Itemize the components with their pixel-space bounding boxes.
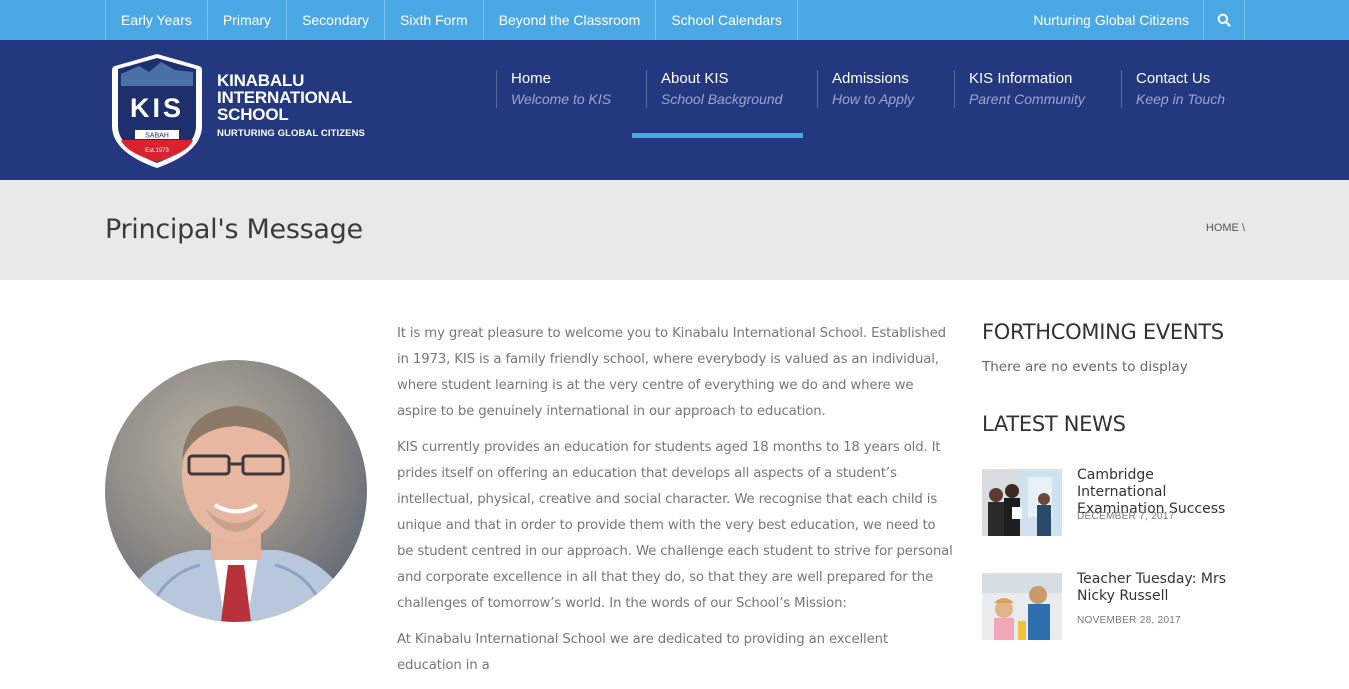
mainnav-title: Contact Us <box>1136 70 1211 87</box>
mainnav-contact-us[interactable]: Contact Us Keep in Touch <box>1121 70 1245 108</box>
mainnav-kis-information[interactable]: KIS Information Parent Community <box>954 70 1121 108</box>
topnav-sixth-form[interactable]: Sixth Form <box>385 0 484 40</box>
article-paragraph: KIS currently provides an education for … <box>397 440 953 611</box>
news-date: DECEMBER 7, 2017 <box>1077 511 1175 522</box>
mainnav-title: Admissions <box>832 70 909 87</box>
news-thumbnail[interactable] <box>982 573 1062 640</box>
site-header: SABAH KIS Est.1973 KINABALU INTERNATIONA… <box>0 40 1349 180</box>
logo-wordmark: KINABALU INTERNATIONAL SCHOOL NURTURING … <box>217 72 365 140</box>
mainnav-about-kis[interactable]: About KIS School Background <box>632 70 817 138</box>
principal-portrait <box>105 360 367 622</box>
crest-icon: SABAH KIS Est.1973 <box>112 54 202 168</box>
topnav-early-years[interactable]: Early Years <box>106 0 208 40</box>
mainnav-home[interactable]: Home Welcome to KIS <box>496 70 646 108</box>
page-title: Principal's Message <box>105 214 363 245</box>
news-title[interactable]: Teacher Tuesday: Mrs Nicky Russell <box>1077 571 1247 605</box>
topnav-school-calendars[interactable]: School Calendars <box>656 0 798 40</box>
mainnav-subtitle: Welcome to KIS <box>511 91 612 107</box>
portrait-image-icon <box>105 360 367 622</box>
svg-text:KIS: KIS <box>130 93 184 123</box>
svg-text:Est.1973: Est.1973 <box>145 148 169 154</box>
top-slogan: Nurturing Global Citizens <box>1033 12 1189 28</box>
article-paragraph: It is my great pleasure to welcome you t… <box>397 326 946 419</box>
news-date: NOVEMBER 28, 2017 <box>1077 615 1182 626</box>
top-nav: Early Years Primary Secondary Sixth Form… <box>105 0 798 40</box>
top-bar: Early Years Primary Secondary Sixth Form… <box>0 0 1349 40</box>
logo-name-line1: KINABALU <box>217 71 305 90</box>
news-thumbnail[interactable] <box>982 469 1062 536</box>
mainnav-subtitle: School Background <box>661 91 783 107</box>
news-photo-icon <box>982 573 1062 640</box>
no-events-text: There are no events to display <box>982 359 1188 375</box>
main-nav: Home Welcome to KIS About KIS School Bac… <box>496 70 1245 140</box>
svg-text:SABAH: SABAH <box>145 133 169 140</box>
logo-tagline: NURTURING GLOBAL CITIZENS <box>217 128 365 139</box>
mainnav-title: Home <box>511 70 552 87</box>
mainnav-title: About KIS <box>661 70 729 87</box>
breadcrumb-home[interactable]: HOME \ <box>1206 222 1245 234</box>
page-title-band: Principal's Message HOME \ <box>0 180 1349 280</box>
mainnav-subtitle: Parent Community <box>969 91 1085 107</box>
logo-name-line3: SCHOOL <box>217 105 289 124</box>
top-right: Nurturing Global Citizens <box>1033 0 1245 40</box>
events-heading: FORTHCOMING EVENTS <box>982 320 1224 344</box>
sidebar: FORTHCOMING EVENTS There are no events t… <box>982 320 1244 640</box>
search-icon <box>1217 13 1231 27</box>
logo-name-line2: INTERNATIONAL <box>217 88 352 107</box>
active-indicator <box>632 133 803 138</box>
mainnav-title: KIS Information <box>969 70 1073 87</box>
mainnav-admissions[interactable]: Admissions How to Apply <box>817 70 954 108</box>
topnav-secondary[interactable]: Secondary <box>287 0 385 40</box>
school-logo[interactable]: SABAH KIS Est.1973 KINABALU INTERNATIONA… <box>109 52 369 170</box>
mainnav-subtitle: How to Apply <box>832 91 914 107</box>
mainnav-subtitle: Keep in Touch <box>1136 91 1225 107</box>
search-button[interactable] <box>1203 0 1245 40</box>
topnav-primary[interactable]: Primary <box>208 0 288 40</box>
article-paragraph: At Kinabalu International School we are … <box>397 632 888 673</box>
principal-message: It is my great pleasure to welcome you t… <box>397 321 953 689</box>
topnav-beyond-the-classroom[interactable]: Beyond the Classroom <box>484 0 657 40</box>
news-heading: LATEST NEWS <box>982 412 1126 436</box>
news-photo-icon <box>982 469 1062 536</box>
